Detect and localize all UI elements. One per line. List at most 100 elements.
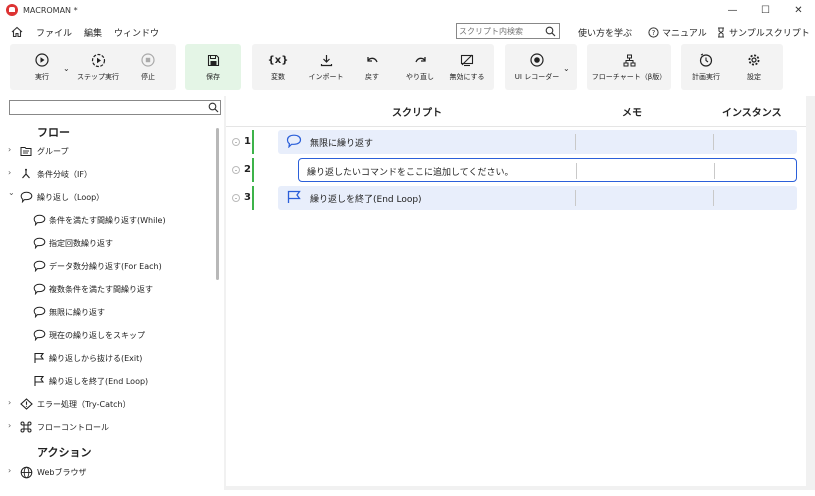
- sidebar-item-label: 条件を満たす間繰り返す(While): [49, 216, 166, 225]
- command-placeholder[interactable]: 繰り返したいコマンドをここに追加してください。: [298, 158, 797, 182]
- import-button[interactable]: インポート: [304, 44, 348, 90]
- menu-file[interactable]: ファイル: [36, 26, 72, 39]
- stop-button[interactable]: 停止: [134, 44, 162, 90]
- group-icon: [19, 144, 33, 158]
- run-button[interactable]: 実行: [28, 44, 56, 90]
- sidebar-item-2[interactable]: ⌄ 繰り返し（Loop）: [0, 186, 214, 208]
- chevron-right-icon[interactable]: ›: [8, 421, 14, 430]
- sidebar-item-8[interactable]: 現在の繰り返しをスキップ: [0, 324, 214, 346]
- sidebar-item-0[interactable]: › グループ: [0, 140, 214, 162]
- loop-icon: [32, 305, 46, 319]
- flowchart-button[interactable]: フローチャート（β版）: [587, 44, 671, 90]
- script-row[interactable]: 3 繰り返しを終了(End Loop): [226, 185, 806, 211]
- column-separator: [575, 190, 576, 206]
- sidebar-item-3[interactable]: 条件を満たす間繰り返す(While): [0, 209, 214, 231]
- maximize-button[interactable]: ☐: [749, 0, 782, 20]
- sidebar-item-label: 繰り返しを終了(End Loop): [49, 377, 149, 386]
- loop-icon: [32, 328, 46, 342]
- search-icon[interactable]: [206, 101, 220, 115]
- loop-icon: [19, 190, 33, 204]
- panel-scrollbar[interactable]: [216, 128, 219, 280]
- run-label: 実行: [35, 73, 49, 81]
- sidebar-item-1[interactable]: › 条件分岐（IF）: [0, 163, 214, 185]
- save-icon: [207, 52, 220, 68]
- script-row[interactable]: 2 繰り返したいコマンドをここに追加してください。: [226, 157, 806, 183]
- command-text: 繰り返したいコマンドをここに追加してください。: [307, 168, 514, 178]
- chevron-right-icon[interactable]: ›: [8, 145, 14, 154]
- sidebar-item-label: 現在の繰り返しをスキップ: [49, 331, 145, 340]
- sidebar-item-label: フローコントロール: [37, 423, 109, 432]
- manual-link[interactable]: ? マニュアル: [648, 20, 707, 44]
- save-button[interactable]: 保存: [185, 44, 241, 90]
- script-row[interactable]: 1 無限に繰り返す: [226, 129, 806, 155]
- sidebar-item-10[interactable]: 繰り返しを終了(End Loop): [0, 370, 214, 392]
- gear-icon: [747, 52, 761, 68]
- run-dropdown-icon[interactable]: ⌄: [63, 64, 70, 73]
- sidebar-item-6[interactable]: 複数条件を満たす間繰り返す: [0, 278, 214, 300]
- column-separator: [714, 163, 715, 179]
- redo-icon: [414, 52, 427, 68]
- samples-link[interactable]: サンプルスクリプト: [716, 20, 810, 44]
- breakpoint-icon[interactable]: [232, 165, 240, 174]
- play-icon: [35, 52, 49, 68]
- chevron-right-icon[interactable]: ›: [8, 168, 14, 177]
- sidebar-item-7[interactable]: 無限に繰り返す: [0, 301, 214, 323]
- step-run-label: ステップ実行: [77, 73, 119, 81]
- close-button[interactable]: ✕: [782, 0, 815, 20]
- script-search-input[interactable]: [457, 26, 543, 36]
- command-search-input[interactable]: [10, 101, 206, 114]
- sidebar-item-11[interactable]: › エラー処理（Try-Catch）: [0, 393, 214, 415]
- stop-icon: [141, 52, 155, 68]
- minimize-button[interactable]: —: [716, 0, 749, 20]
- toolbar: 実行 ⌄ ステップ実行 停止 保存 {x} 変数 インポート 戻す やり直し 無…: [0, 44, 815, 92]
- window-title: MACROMAN *: [23, 5, 78, 15]
- disable-button[interactable]: 無効にする: [446, 44, 488, 90]
- disable-icon: [460, 52, 474, 68]
- sidebar-item-9[interactable]: 繰り返しから抜ける(Exit): [0, 347, 214, 369]
- search-icon[interactable]: [543, 24, 557, 38]
- command-panel: フロー › グループ › 条件分岐（IF） ⌄ 繰り返し（Loop） 条件を満たす間繰り返す…: [0, 96, 224, 490]
- undo-label: 戻す: [365, 73, 379, 81]
- sidebar-item-label: 無限に繰り返す: [49, 308, 105, 317]
- chevron-down-icon[interactable]: ⌄: [8, 188, 15, 197]
- recorder-dropdown-icon[interactable]: ⌄: [563, 64, 570, 73]
- section-flow-title: フロー: [37, 126, 70, 139]
- learn-link[interactable]: 使い方を学ぶ: [578, 20, 632, 44]
- command-card[interactable]: 無限に繰り返す: [278, 130, 797, 154]
- chevron-right-icon[interactable]: ›: [8, 466, 14, 475]
- settings-button[interactable]: 設定: [738, 44, 770, 90]
- breakpoint-icon[interactable]: [232, 193, 240, 202]
- variable-button[interactable]: {x} 変数: [262, 44, 294, 90]
- menu-window[interactable]: ウィンドウ: [114, 26, 159, 39]
- chevron-right-icon[interactable]: ›: [8, 398, 14, 407]
- schedule-button[interactable]: 計画実行: [688, 44, 724, 90]
- command-search-box: [9, 100, 221, 115]
- menu-edit[interactable]: 編集: [84, 26, 102, 39]
- flowchart-icon: [623, 52, 636, 68]
- command-card[interactable]: 繰り返しを終了(End Loop): [278, 186, 797, 210]
- home-icon[interactable]: [10, 25, 24, 39]
- column-separator: [575, 134, 576, 150]
- flag-icon: [32, 351, 46, 365]
- row-status-bar: [252, 130, 254, 154]
- ui-recorder-button[interactable]: UI レコーダー: [511, 44, 563, 90]
- column-separator: [713, 190, 714, 206]
- sidebar-item-12[interactable]: › フローコントロール: [0, 416, 214, 438]
- step-run-button[interactable]: ステップ実行: [74, 44, 122, 90]
- app-logo-icon: [6, 4, 18, 16]
- script-editor: スクリプト メモ インスタンス 1 無限に繰り返す 2 繰り返したいコマンドをここに追…: [226, 96, 806, 486]
- schedule-label: 計画実行: [692, 73, 720, 81]
- undo-button[interactable]: 戻す: [358, 44, 386, 90]
- column-separator: [576, 163, 577, 179]
- sidebar-item-5[interactable]: データ数分繰り返す(For Each): [0, 255, 214, 277]
- flag-icon: [32, 374, 46, 388]
- redo-button[interactable]: やり直し: [402, 44, 438, 90]
- breakpoint-icon[interactable]: [232, 137, 240, 146]
- sidebar-item-4[interactable]: 指定回数繰り返す: [0, 232, 214, 254]
- row-number-label: 1: [244, 136, 251, 147]
- save-label: 保存: [206, 73, 220, 81]
- header-instance: インスタンス: [722, 108, 782, 119]
- script-search-box: [456, 23, 560, 39]
- sidebar-item-label: 複数条件を満たす間繰り返す: [49, 285, 153, 294]
- sidebar-action-item-0[interactable]: › Webブラウザ: [0, 461, 214, 483]
